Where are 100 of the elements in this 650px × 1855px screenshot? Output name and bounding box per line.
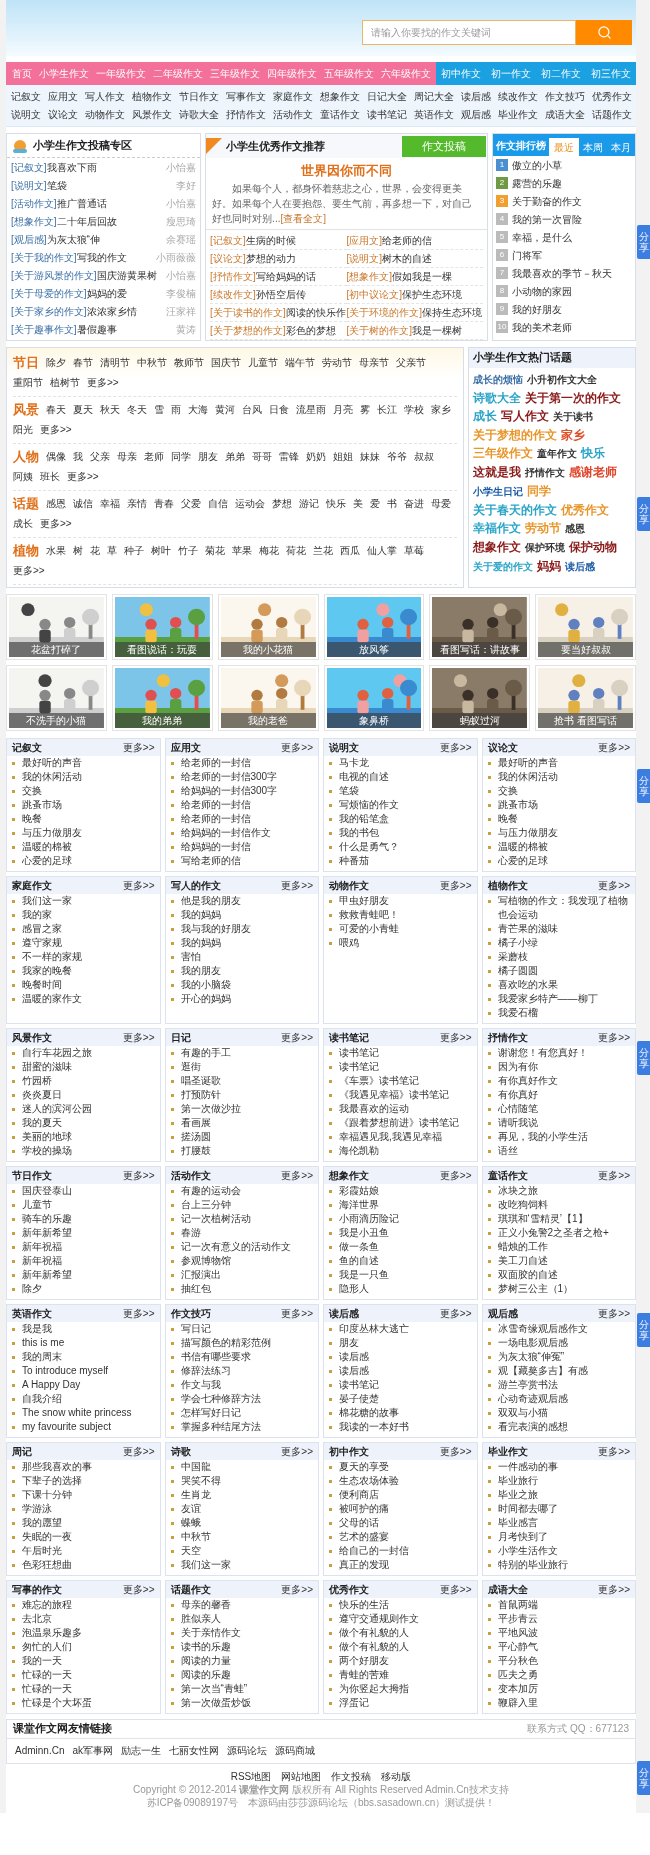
topic-link[interactable]: 感恩 bbox=[565, 519, 585, 538]
article-link[interactable]: 写植物的作文：我发现了植物也会运动 bbox=[497, 893, 633, 922]
ranking-link[interactable]: 傲立的小草 bbox=[512, 157, 562, 173]
article-link[interactable]: 描写颜色的精彩范例 bbox=[180, 1335, 271, 1350]
tag-link[interactable]: 端午节 bbox=[285, 352, 315, 373]
share-tab[interactable]: 分享 bbox=[637, 1761, 650, 1795]
article-link[interactable]: 平地风波 bbox=[497, 1625, 538, 1640]
tag-link[interactable]: 儿童节 bbox=[248, 352, 278, 373]
article-link[interactable]: 自我介绍 bbox=[22, 1391, 62, 1406]
tag-link[interactable]: 美 bbox=[353, 493, 363, 514]
image-caption[interactable]: 花盆打碎了 bbox=[9, 641, 104, 657]
article-link[interactable]: 哭笑不得 bbox=[180, 1473, 221, 1488]
article-link[interactable]: 色彩狂想曲 bbox=[22, 1557, 72, 1572]
article-link[interactable]: 儿童节 bbox=[22, 1197, 52, 1212]
article-link[interactable]: 我与我的好朋友 bbox=[180, 921, 251, 936]
article-link[interactable]: 《车票》读书笔记 bbox=[339, 1073, 419, 1088]
tag-link[interactable]: 草莓 bbox=[404, 540, 424, 561]
article-link[interactable]: 匆忙的人们 bbox=[22, 1639, 72, 1654]
article-link[interactable]: 汇报演出 bbox=[180, 1267, 221, 1282]
more-link[interactable]: 更多>> bbox=[598, 1305, 630, 1321]
article-link[interactable]: 快乐的生活 bbox=[339, 1597, 389, 1612]
article-link[interactable]: 给老师的一封信300字 bbox=[180, 769, 278, 784]
article-link[interactable]: 新年祝福 bbox=[22, 1239, 62, 1254]
tag-link[interactable]: 哥哥 bbox=[252, 446, 272, 467]
tag-link[interactable]: 爱 bbox=[370, 493, 380, 514]
tag-link[interactable]: 植树节 bbox=[50, 372, 80, 393]
tag-link[interactable]: 春节 bbox=[73, 352, 93, 373]
more-link[interactable]: 更多>> bbox=[281, 739, 313, 755]
submission-link[interactable]: [活动作文]推广普通话 bbox=[11, 195, 107, 211]
article-link[interactable]: 橘子小绿 bbox=[497, 935, 538, 950]
topic-link[interactable]: 童年作文 bbox=[537, 444, 577, 463]
recommend-link[interactable]: [议论文]梦想的动力 bbox=[210, 249, 347, 268]
article-link[interactable]: 遵守交通规则作文 bbox=[339, 1611, 419, 1626]
article-link[interactable]: 炎炎夏日 bbox=[22, 1087, 62, 1102]
category-link[interactable]: 作文技巧 bbox=[544, 89, 585, 104]
image-caption[interactable]: 抢书 看图写话 bbox=[538, 712, 633, 728]
category-link[interactable]: 读书笔记 bbox=[366, 107, 407, 122]
tag-link[interactable]: 兰花 bbox=[313, 540, 333, 561]
tag-link[interactable]: 教师节 bbox=[174, 352, 204, 373]
recommend-link[interactable]: [抒情作文]写给妈妈的话 bbox=[210, 267, 347, 286]
tag-link[interactable]: 台风 bbox=[242, 399, 262, 420]
article-link[interactable]: 午后时光 bbox=[22, 1543, 62, 1558]
tag-link[interactable]: 自信 bbox=[208, 493, 228, 514]
tag-link[interactable]: 雾 bbox=[360, 399, 370, 420]
tag-link[interactable]: 我 bbox=[73, 446, 83, 467]
topic-link[interactable]: 家乡 bbox=[561, 425, 585, 444]
tag-link[interactable]: 父亲节 bbox=[396, 352, 426, 373]
article-link[interactable]: 交换 bbox=[497, 783, 518, 798]
article-link[interactable]: 学校的操场 bbox=[22, 1143, 72, 1158]
article-link[interactable]: 第一次做沙拉 bbox=[180, 1101, 241, 1116]
category-link[interactable]: 想象作文 bbox=[319, 89, 360, 104]
article-link[interactable]: 修辞法练习 bbox=[180, 1363, 231, 1378]
article-link[interactable]: 毕业之旅 bbox=[497, 1487, 538, 1502]
article-link[interactable]: 琪琪和‘雪精灵’【1】 bbox=[497, 1211, 588, 1226]
tag-link[interactable]: 成长 bbox=[13, 513, 33, 534]
article-link[interactable]: 夏天的享受 bbox=[339, 1459, 389, 1474]
article-link[interactable]: 采蘑枝 bbox=[497, 949, 528, 964]
article-link[interactable]: 书信有哪些要求 bbox=[180, 1349, 251, 1364]
recommend-link[interactable]: [应用文]给老师的信 bbox=[346, 231, 483, 250]
article-link[interactable]: 新年新希望 bbox=[22, 1225, 72, 1240]
article-link[interactable]: 真正的发现 bbox=[339, 1557, 389, 1572]
article-link[interactable]: 害怕 bbox=[180, 949, 201, 964]
tag-link[interactable]: 月亮 bbox=[333, 399, 353, 420]
article-link[interactable]: 中秋节 bbox=[180, 1529, 211, 1544]
article-link[interactable]: 有趣的手工 bbox=[180, 1045, 231, 1060]
tag-link[interactable]: 中秋节 bbox=[137, 352, 167, 373]
article-link[interactable]: 母亲的馨香 bbox=[180, 1597, 231, 1612]
article-link[interactable]: 交换 bbox=[22, 783, 42, 798]
article-link[interactable]: 作文与我 bbox=[180, 1377, 221, 1392]
article-link[interactable]: 两个好朋友 bbox=[339, 1653, 389, 1668]
article-link[interactable]: 一件感动的事 bbox=[497, 1459, 558, 1474]
tag-link[interactable]: 感恩 bbox=[46, 493, 66, 514]
tag-link[interactable]: 爷爷 bbox=[387, 446, 407, 467]
recommend-link[interactable]: [关于读书的作文]阅读的快乐作 bbox=[210, 303, 347, 322]
article-link[interactable]: 冰块之旅 bbox=[497, 1183, 538, 1198]
article-link[interactable]: 因为有你 bbox=[497, 1059, 538, 1074]
more-link[interactable]: 更多>> bbox=[439, 877, 472, 893]
article-link[interactable]: 我们这一家 bbox=[22, 893, 72, 908]
category-link[interactable]: 议论文 bbox=[47, 107, 78, 122]
friend-link[interactable]: 源码论坛 bbox=[227, 1743, 268, 1758]
article-link[interactable]: 为灰太狼“伸冤” bbox=[497, 1349, 565, 1364]
tag-link[interactable]: 流星雨 bbox=[296, 399, 326, 420]
article-link[interactable]: 浮蛋记 bbox=[339, 1695, 369, 1710]
article-link[interactable]: 不一样的家规 bbox=[22, 949, 82, 964]
article-link[interactable]: 海伦凯勒 bbox=[339, 1143, 379, 1158]
article-link[interactable]: 我是一只鱼 bbox=[339, 1267, 389, 1282]
article-link[interactable]: 蝶蛾 bbox=[180, 1515, 201, 1530]
article-link[interactable]: 记一次有意义的活动作文 bbox=[180, 1239, 291, 1254]
article-link[interactable]: 蜡烛的工作 bbox=[497, 1239, 548, 1254]
tag-link[interactable]: 花 bbox=[90, 540, 100, 561]
article-link[interactable]: 首鼠两端 bbox=[497, 1597, 538, 1612]
recommend-link[interactable]: [说明文]树木的自述 bbox=[346, 249, 483, 268]
article-link[interactable]: 给妈妈的一封信作文 bbox=[180, 825, 271, 840]
article-link[interactable]: 语丝 bbox=[497, 1143, 518, 1158]
article-link[interactable]: 彩霞姑娘 bbox=[339, 1183, 379, 1198]
article-link[interactable]: 温暖的棉被 bbox=[22, 839, 72, 854]
recommend-link[interactable]: [想象作文]假如我是一棵 bbox=[346, 267, 483, 286]
article-link[interactable]: 我家的晚餐 bbox=[22, 963, 72, 978]
article-link[interactable]: 我的书包 bbox=[339, 825, 379, 840]
more-link[interactable]: 更多>> bbox=[439, 1305, 472, 1321]
